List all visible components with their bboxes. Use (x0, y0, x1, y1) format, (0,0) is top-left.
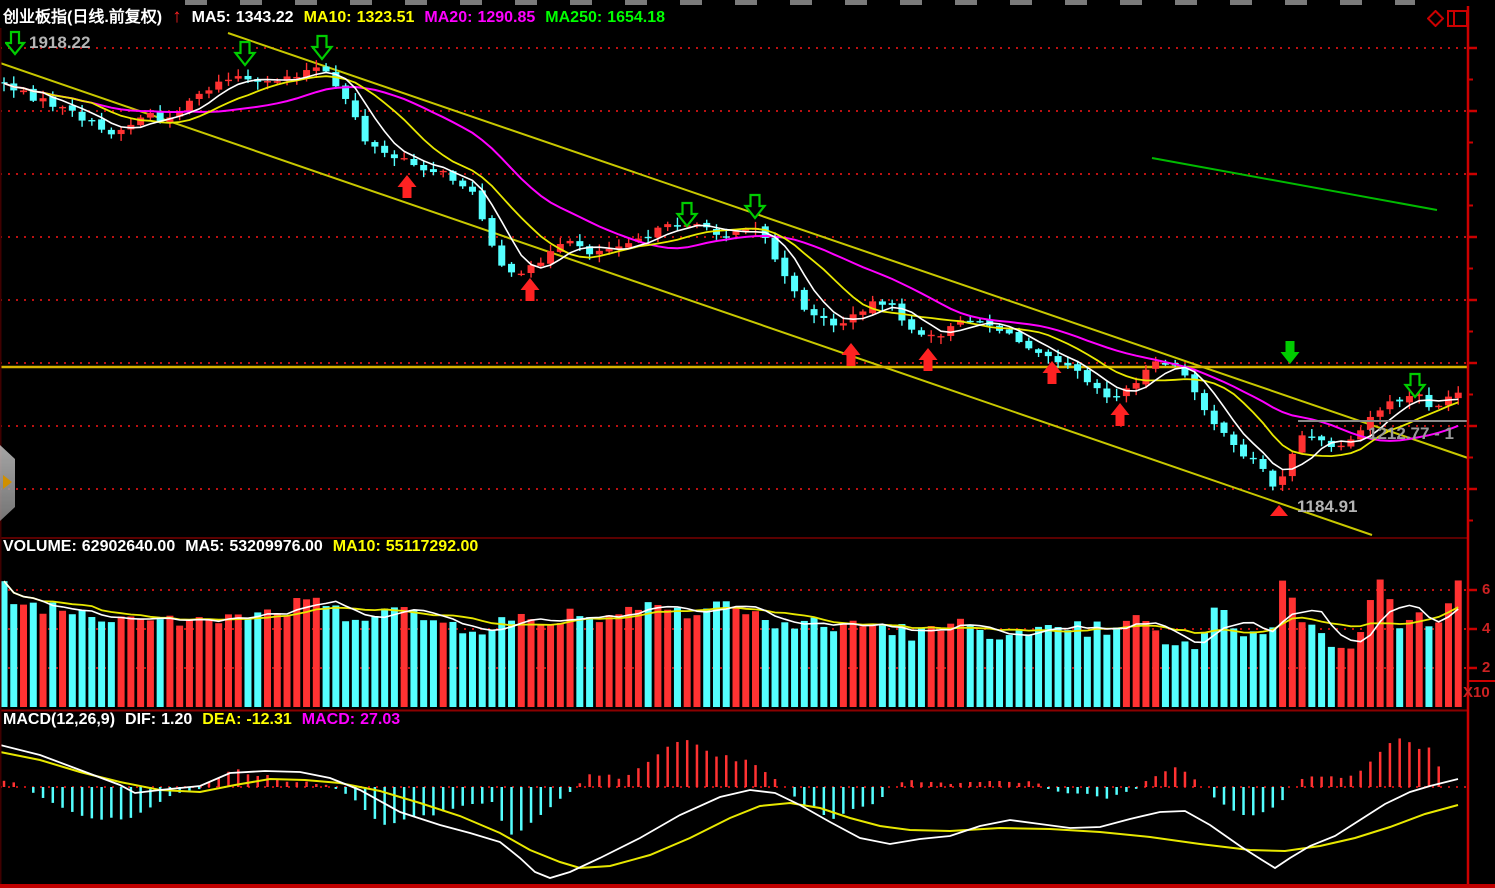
macd-value: 27.03 (360, 711, 400, 729)
ma10-readout: MA10: 1323.51 (304, 9, 415, 27)
dea-value: -12.31 (246, 711, 291, 729)
ma10-line (4, 76, 1458, 456)
chart-canvas[interactable] (0, 0, 1495, 888)
expand-right-icon (3, 475, 12, 489)
trendline-channel-lower (0, 63, 1372, 535)
ma10-value: 1323.51 (357, 9, 415, 27)
volume-pane-header: VOLUME: 62902640.00 MA5: 53209976.00 MA1… (3, 538, 478, 556)
ma250-value: 1654.18 (607, 9, 665, 27)
dif-line (0, 745, 1458, 878)
volume-axis-label-2: 2 (1482, 659, 1490, 676)
low-price-marker: 1184.91 (1297, 497, 1358, 517)
ma250-readout: MA250: 1654.18 (545, 9, 665, 27)
volume-ma5-label: MA5: (185, 538, 224, 556)
volume-axis-label-4: 4 (1482, 620, 1490, 637)
ma5-label: MA5: (192, 9, 231, 27)
volume-axis-label-6: 6 (1482, 581, 1490, 598)
ma5-line (4, 73, 1458, 470)
macd-params: MACD(12,26,9) (3, 711, 115, 729)
dif-value: 1.20 (161, 711, 192, 729)
trend-up-arrow-icon: ↑ (172, 9, 182, 25)
ma5-value: 1343.22 (236, 9, 294, 27)
axis-and-borders (0, 6, 1495, 888)
volume-value: 62902640.00 (82, 538, 175, 556)
main-chart-header: 创业板指(日线.前复权) ↑ MA5: 1343.22 MA10: 1323.5… (3, 3, 665, 27)
ma250-label: MA250: (545, 9, 602, 27)
ma20-readout: MA20: 1290.85 (424, 9, 535, 27)
volume-ma5-value: 53209976.00 (229, 538, 322, 556)
macd-label: MACD: (302, 711, 355, 729)
ma20-label: MA20: (424, 9, 472, 27)
volume-ma10-readout: MA10: 55117292.00 (333, 538, 479, 556)
trendline-ma250-segment (1152, 158, 1437, 210)
dif-readout: DIF: 1.20 (125, 711, 192, 729)
volume-readout: VOLUME: 62902640.00 (3, 538, 175, 556)
volume-ma5-readout: MA5: 53209976.00 (185, 538, 323, 556)
trendlines (0, 33, 1468, 535)
trading-terminal: 创业板指(日线.前复权) ↑ MA5: 1343.22 MA10: 1323.5… (0, 0, 1495, 888)
volume-axis-multiplier: X10 (1463, 684, 1490, 701)
ma10-label: MA10: (304, 9, 352, 27)
dif-label: DIF: (125, 711, 156, 729)
ma20-line (4, 83, 1458, 441)
volume-ma10-value: 55117292.00 (386, 538, 479, 556)
volume-label: VOLUME: (3, 538, 77, 556)
trendline-channel-upper (228, 33, 1468, 458)
macd-pane-header: MACD(12,26,9) DIF: 1.20 DEA: -12.31 MACD… (3, 711, 400, 729)
macd-readout: MACD: 27.03 (302, 711, 400, 729)
volume-ma10-label: MA10: (333, 538, 381, 556)
candles (1, 60, 1462, 491)
instrument-title: 创业板指(日线.前复权) (3, 3, 162, 27)
range-annotation: 1212.77 - 1 (1368, 424, 1468, 444)
high-price-marker: 1918.22 (29, 33, 90, 53)
ma5-readout: MA5: 1343.22 (192, 9, 294, 27)
dea-label: DEA: (202, 711, 241, 729)
volume-bars (1, 580, 1462, 707)
dea-line (0, 752, 1458, 868)
ma20-value: 1290.85 (477, 9, 535, 27)
dea-readout: DEA: -12.31 (202, 711, 291, 729)
